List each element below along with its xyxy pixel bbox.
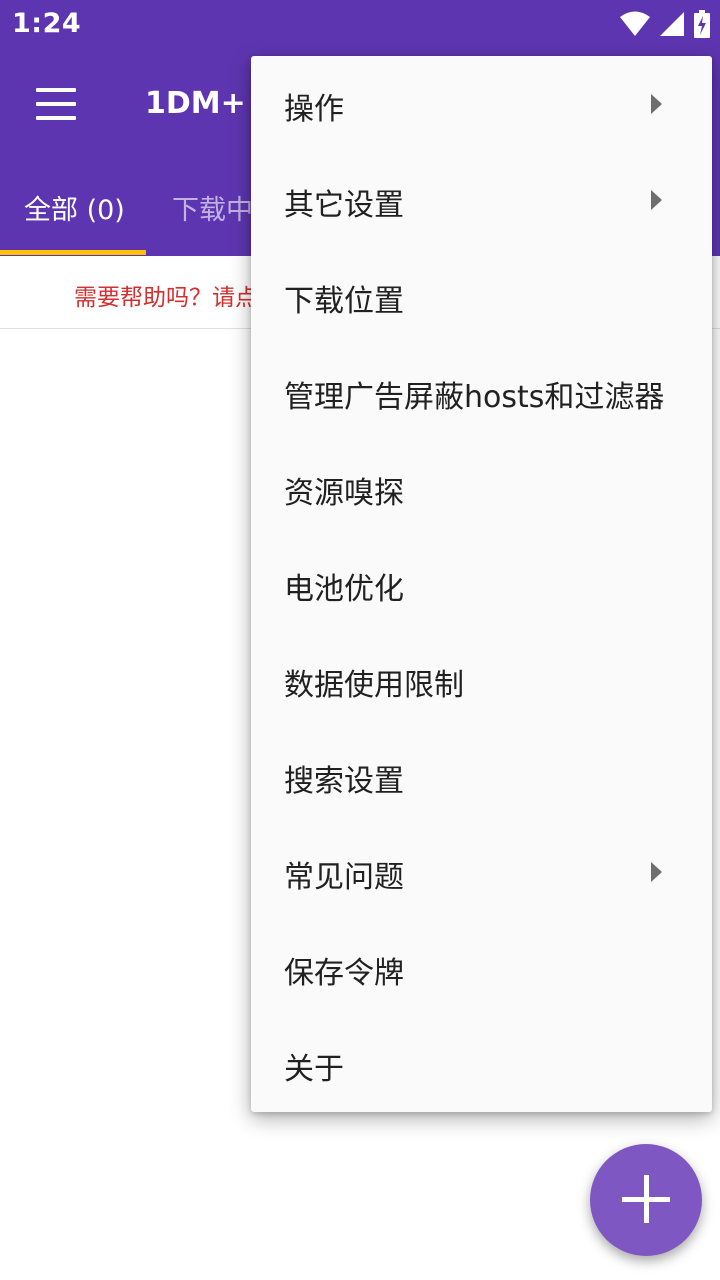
menu-item-label: 常见问题	[284, 860, 404, 895]
menu-item-other-settings[interactable]: 其它设置	[251, 152, 712, 248]
menu-item-label: 搜索设置	[284, 764, 404, 799]
menu-item-label: 资源嗅探	[284, 476, 404, 511]
status-icons	[620, 10, 710, 38]
tab-indicator	[0, 250, 146, 255]
submenu-arrow-icon	[651, 190, 662, 210]
menu-item-search-settings[interactable]: 搜索设置	[251, 728, 712, 824]
cell-signal-icon	[660, 11, 684, 37]
hamburger-menu-icon[interactable]	[36, 88, 76, 120]
status-time: 1:24	[12, 8, 82, 39]
menu-item-label: 下载位置	[284, 284, 404, 319]
tab-all[interactable]: 全部 (0)	[24, 188, 125, 227]
submenu-arrow-icon	[651, 94, 662, 114]
submenu-arrow-icon	[651, 862, 662, 882]
add-download-button[interactable]	[590, 1144, 702, 1256]
status-bar: 1:24	[0, 0, 720, 48]
overflow-menu: 操作 其它设置 下载位置 管理广告屏蔽hosts和过滤器 资源嗅探 电池优化 数…	[251, 56, 712, 1112]
menu-item-save-token[interactable]: 保存令牌	[251, 920, 712, 1016]
menu-item-data-usage-limit[interactable]: 数据使用限制	[251, 632, 712, 728]
menu-item-label: 数据使用限制	[284, 668, 464, 703]
menu-item-resource-sniffer[interactable]: 资源嗅探	[251, 440, 712, 536]
menu-item-label: 关于	[284, 1052, 344, 1087]
app-title: 1DM+	[145, 86, 246, 121]
menu-item-battery-optimization[interactable]: 电池优化	[251, 536, 712, 632]
menu-item-about[interactable]: 关于	[251, 1016, 712, 1112]
menu-item-label: 保存令牌	[284, 956, 404, 991]
menu-item-manage-adblock-hosts[interactable]: 管理广告屏蔽hosts和过滤器	[251, 344, 712, 440]
menu-item-label: 操作	[284, 92, 344, 127]
wifi-icon	[620, 11, 650, 37]
app-screen: 1:24 1DM+ 全部 (0) 下载中 需要帮助吗？请点 操作 其它设置 下载…	[0, 0, 720, 1280]
menu-item-label: 其它设置	[284, 188, 404, 223]
tab-downloading[interactable]: 下载中	[172, 188, 253, 227]
menu-item-faq[interactable]: 常见问题	[251, 824, 712, 920]
help-banner-text: 需要帮助吗？请点	[74, 285, 258, 311]
battery-charging-icon	[694, 10, 710, 38]
menu-item-download-location[interactable]: 下载位置	[251, 248, 712, 344]
menu-item-label: 管理广告屏蔽hosts和过滤器	[284, 380, 665, 415]
menu-item-label: 电池优化	[284, 572, 404, 607]
menu-item-actions[interactable]: 操作	[251, 56, 712, 152]
